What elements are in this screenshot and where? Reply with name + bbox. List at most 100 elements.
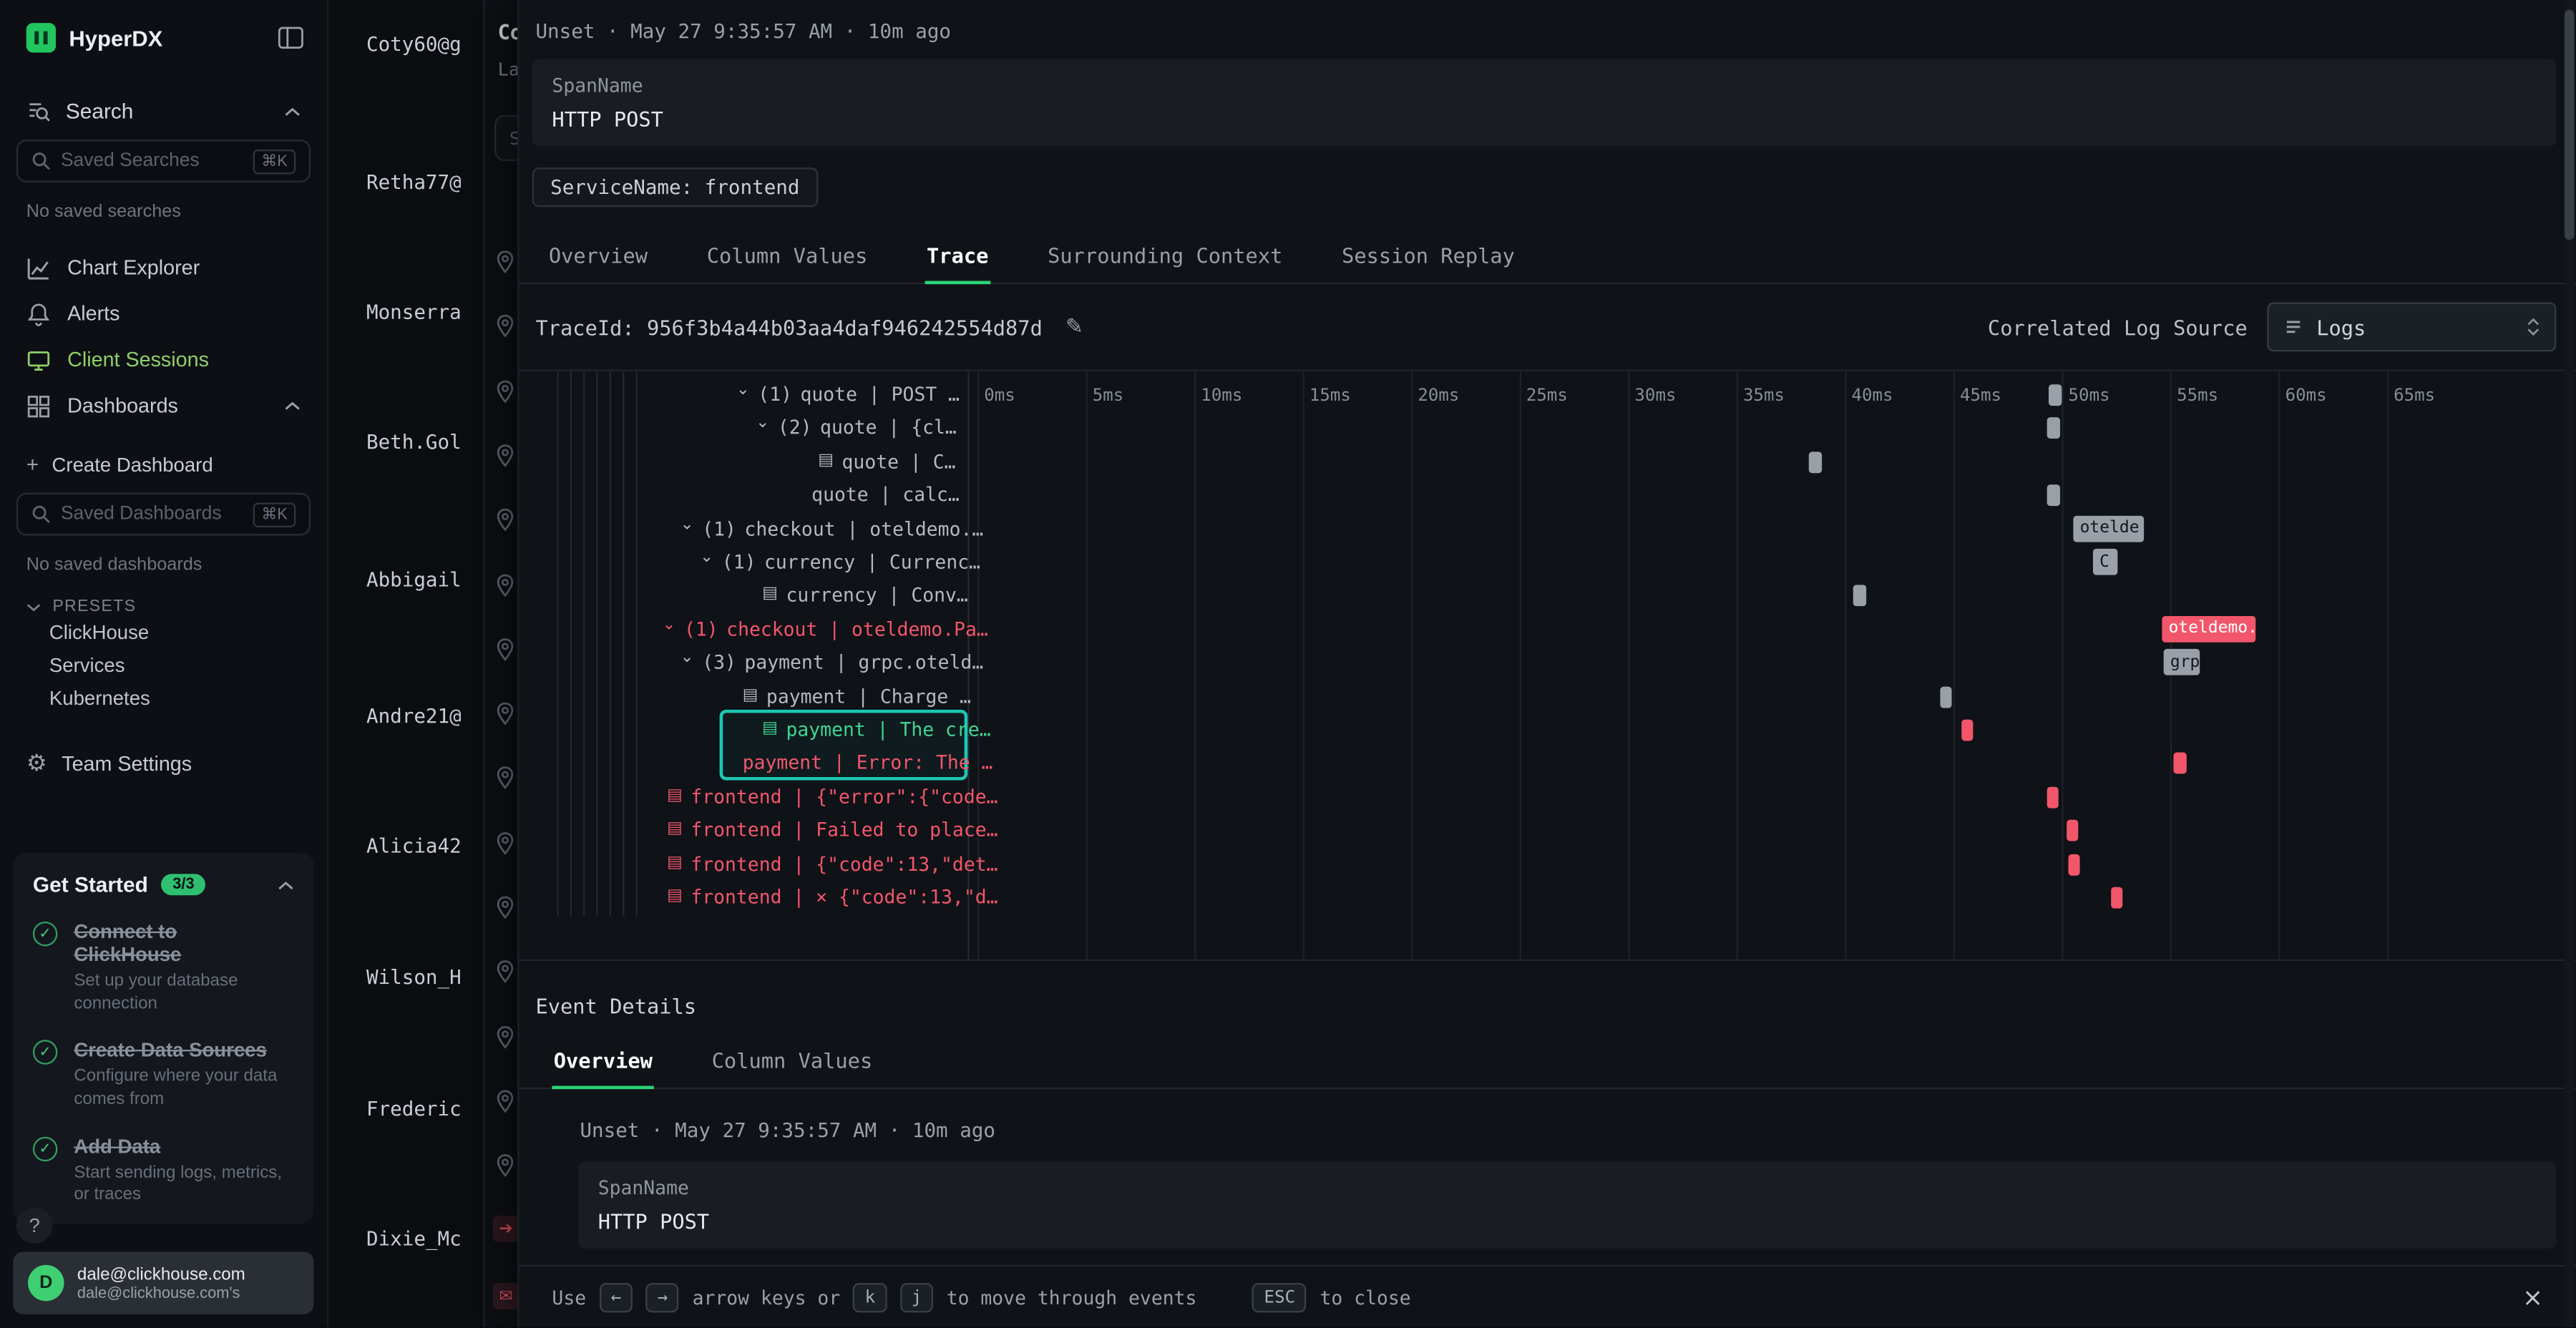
session-list-item[interactable]: Coty60@g [366,33,462,56]
chevron-down-icon[interactable]: ⌄ [700,550,713,567]
session-list-item[interactable]: Dixie_Mc [366,1227,462,1250]
tab-overview[interactable]: Overview [547,233,650,283]
tab-surrounding-context[interactable]: Surrounding Context [1046,233,1284,283]
mail-icon[interactable]: ✉ [493,1283,517,1309]
span-bar[interactable] [2067,820,2078,841]
tab-trace[interactable]: Trace [925,233,990,284]
trace-tree-row[interactable]: ⌄(1)checkout | oteldemo.Pa… [662,614,988,643]
scrollbar-thumb[interactable] [2565,10,2575,240]
collapse-sidebar-icon[interactable] [278,26,304,49]
span-chip[interactable]: oteldemo. [2162,615,2255,642]
trace-tree-row[interactable]: ⌄(2)quote | {cl… [756,413,957,442]
span-bar[interactable] [2111,887,2122,909]
get-started-item[interactable]: ✓Create Data SourcesConfigure where your… [33,1039,294,1112]
session-list-item[interactable]: Abbigail [366,568,462,591]
span-bar[interactable] [1853,585,1866,607]
sidebar-item-client-sessions[interactable]: Client Sessions [0,337,327,383]
sidebar-item-team-settings[interactable]: ⚙ Team Settings [26,751,301,777]
location-pin-icon[interactable] [494,379,516,403]
session-list-item[interactable]: Beth.Gol [366,431,462,454]
span-bar[interactable] [1940,686,1951,708]
span-bar[interactable] [1809,451,1822,473]
location-pin-icon[interactable] [494,637,516,661]
exit-icon[interactable]: ➔ [493,1216,517,1242]
location-pin-icon[interactable] [494,702,516,726]
log-source-select[interactable]: Logs [2267,302,2556,351]
saved-dashboards-input[interactable] [61,504,243,524]
chevron-down-icon[interactable]: ⌄ [680,651,694,668]
trace-tree-row[interactable]: ⌄(3)payment | grpc.oteld… [680,648,984,677]
span-bar[interactable] [2047,418,2060,439]
trace-tree-row[interactable]: ⌄(1)currency | Currenc… [700,547,980,577]
service-name-chip[interactable]: ServiceName: frontend [532,167,818,207]
span-bar[interactable] [2173,753,2186,774]
sidebar-item-dashboards[interactable]: Dashboards [0,383,327,429]
location-pin-icon[interactable] [494,895,516,919]
span-bar[interactable] [1961,720,1973,741]
help-button[interactable]: ? [16,1207,53,1244]
session-list-item[interactable]: Monserra [366,301,462,323]
location-pin-icon[interactable] [494,831,516,855]
location-pin-icon[interactable] [494,444,516,468]
location-pin-icon[interactable] [494,960,516,984]
span-chip[interactable]: otelde [2073,515,2144,542]
trace-tree-row[interactable]: payment | Error: The … [743,748,993,778]
user-account-chip[interactable]: D dale@clickhouse.com dale@clickhouse.co… [13,1251,313,1314]
trace-tree-row[interactable]: ▤frontend | Failed to place… [667,815,997,844]
trace-tree-row[interactable]: ▤payment | Charge … [743,681,971,711]
location-pin-icon[interactable] [494,1089,516,1113]
arrow-left-key[interactable]: ← [600,1282,633,1312]
sidebar-item-chart-explorer[interactable]: Chart Explorer [0,245,327,290]
trace-tree-row[interactable]: ▤payment | The cre… [762,715,990,744]
close-icon[interactable]: × [2522,1282,2543,1312]
trace-tree-row[interactable]: ⌄(1)quote | POST … [736,379,960,409]
k-key[interactable]: k [854,1282,887,1312]
chevron-up-icon[interactable] [284,106,301,116]
session-list-item[interactable]: Andre21@ [366,705,462,728]
trace-tree-row[interactable]: ⌄(1)checkout | oteldemo.… [680,514,984,543]
location-pin-icon[interactable] [494,572,516,597]
chevron-down-icon[interactable]: ⌄ [756,416,769,433]
location-pin-icon[interactable] [494,508,516,532]
session-list-item[interactable]: Alicia42 [366,834,462,857]
location-pin-icon[interactable] [494,766,516,791]
preset-item-clickhouse[interactable]: ClickHouse [0,616,327,649]
presets-toggle[interactable]: PRESETS [26,598,301,616]
tab-session-replay[interactable]: Session Replay [1340,233,1516,283]
trace-tree-row[interactable]: ▤frontend | × {"code":13,"d… [667,882,997,912]
create-dashboard-button[interactable]: + Create Dashboard [26,451,301,476]
trace-tree-row[interactable]: ▤quote | C… [818,446,955,476]
span-bar[interactable] [2049,384,2062,406]
j-key[interactable]: j [900,1282,934,1312]
span-chip[interactable]: grp [2164,649,2200,675]
chevron-down-icon[interactable]: ⌄ [680,517,694,533]
tab-overview[interactable]: Overview [552,1038,654,1089]
trace-tree-row[interactable]: ▤frontend | {"code":13,"det… [667,849,997,878]
saved-searches-input[interactable] [61,151,243,171]
session-list-item[interactable]: Retha77@ [366,171,462,194]
session-list-item[interactable]: Wilson_H [366,966,462,989]
arrow-right-key[interactable]: → [646,1282,680,1312]
get-started-item[interactable]: ✓Connect to ClickHouseSet up your databa… [33,920,294,1016]
trace-tree-row[interactable]: ▤frontend | {"error":{"code… [667,781,997,811]
sidebar-item-alerts[interactable]: Alerts [0,290,327,336]
tab-column-values[interactable]: Column Values [710,1038,874,1088]
search-section-header[interactable]: Search [0,99,327,123]
location-pin-icon[interactable] [494,1153,516,1178]
session-search-input[interactable]: Se [494,115,517,161]
chevron-up-icon[interactable] [278,880,294,890]
edit-icon[interactable]: ✎ [1065,315,1083,339]
location-pin-icon[interactable] [494,314,516,338]
preset-item-kubernetes[interactable]: Kubernetes [0,682,327,715]
tab-column-values[interactable]: Column Values [705,233,869,283]
span-bar[interactable] [2069,854,2080,875]
get-started-item[interactable]: ✓Add DataStart sending logs, metrics, or… [33,1135,294,1208]
span-bar[interactable] [2047,485,2060,507]
session-list-item[interactable]: Frederic [366,1098,462,1120]
trace-tree-row[interactable]: quote | calc… [811,480,960,509]
saved-searches-input-box[interactable]: ⌘K [16,140,311,182]
chevron-down-icon[interactable]: ⌄ [662,617,675,634]
saved-dashboards-input-box[interactable]: ⌘K [16,493,311,536]
esc-key[interactable]: ESC [1252,1282,1307,1312]
span-chip[interactable]: C [2093,549,2117,575]
